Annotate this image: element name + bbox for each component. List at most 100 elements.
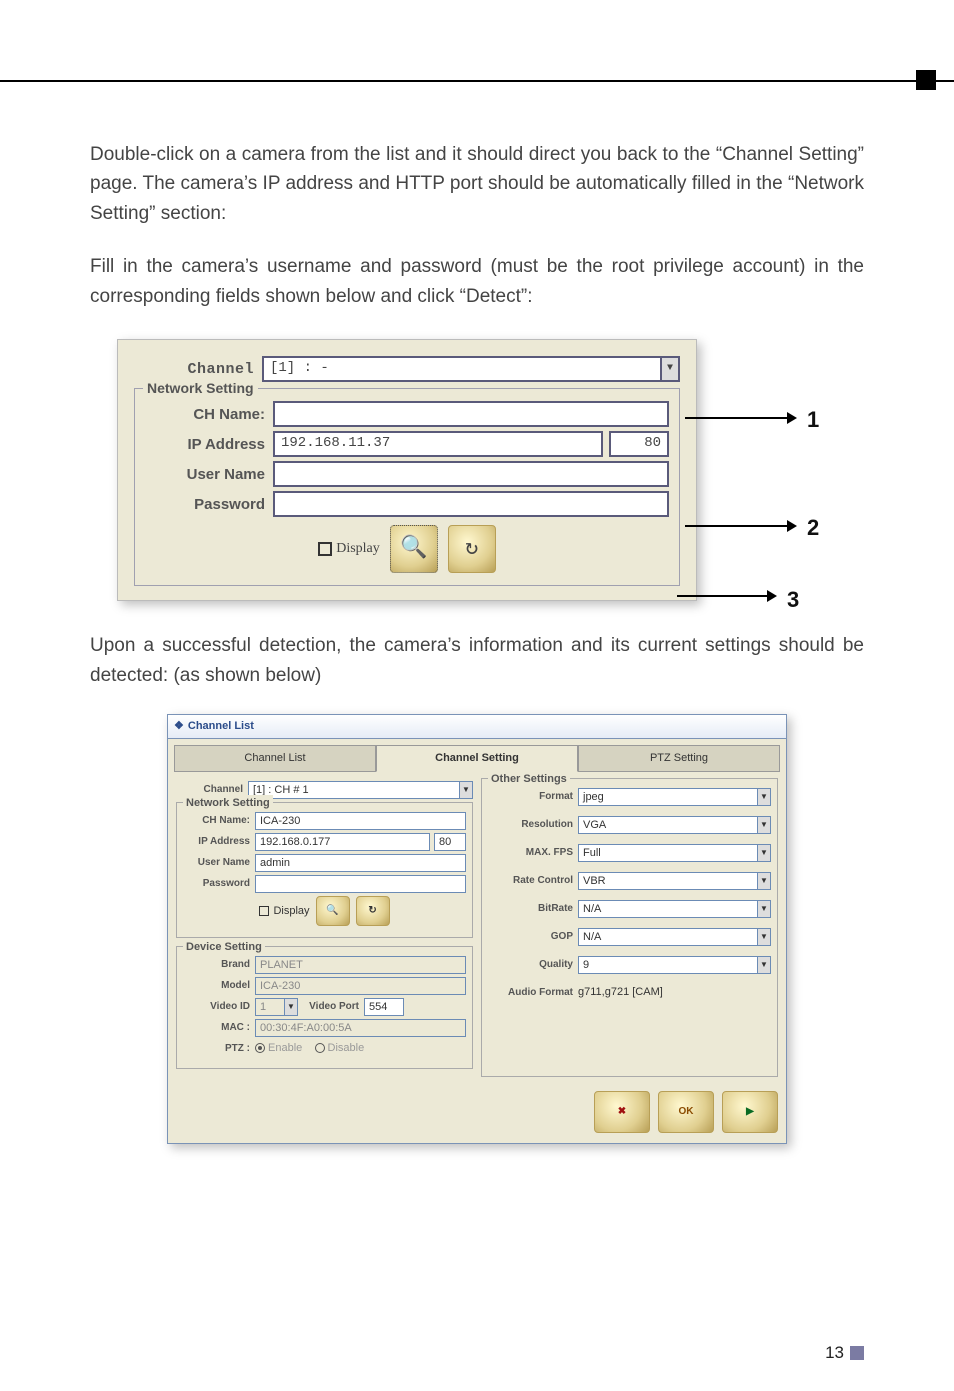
fps-select[interactable]: Full (578, 844, 758, 862)
refresh-button-2[interactable]: ↻ (356, 896, 390, 926)
tab-channel-list[interactable]: Channel List (174, 745, 376, 772)
radio-icon (315, 1043, 325, 1053)
videoport-label: Video Port (298, 999, 364, 1015)
network-setting-legend-2: Network Setting (183, 795, 273, 812)
cancel-button[interactable]: ✖ (594, 1091, 650, 1133)
chevron-down-icon[interactable]: ▼ (660, 356, 680, 382)
model-label: Model (183, 978, 255, 994)
user-row: User Name (145, 461, 669, 487)
format-select[interactable]: jpeg (578, 788, 758, 806)
pass-input-2[interactable] (255, 875, 466, 893)
chevron-down-icon[interactable]: ▼ (757, 788, 771, 806)
window-titlebar: ❖ Channel List (168, 715, 786, 739)
left-column: Channel [1] : CH # 1 ▼ Network Setting C… (176, 778, 473, 1077)
chname-label-2: CH Name: (183, 813, 255, 829)
ratecontrol-select[interactable]: VBR (578, 872, 758, 890)
other-settings-legend: Other Settings (488, 771, 570, 788)
display-row: Display 🔍 ↻ (145, 525, 669, 573)
callout-arrow-3 (677, 595, 775, 597)
detect-button-2[interactable]: 🔍 (316, 896, 350, 926)
ok-button[interactable]: OK (658, 1091, 714, 1133)
chevron-down-icon: ▼ (284, 998, 298, 1016)
channel-dropdown[interactable]: [1] : - (262, 356, 662, 382)
port-input[interactable]: 80 (609, 431, 669, 457)
header-end-marker (916, 70, 936, 90)
pass-label-2: Password (183, 876, 255, 892)
port-input-2[interactable]: 80 (434, 833, 466, 851)
play-icon: ▶ (746, 1104, 754, 1120)
ch-name-label: CH Name: (145, 403, 273, 426)
callout-arrow-2 (685, 525, 795, 527)
quality-label: Quality (488, 957, 578, 973)
resolution-select[interactable]: VGA (578, 816, 758, 834)
user-label: User Name (145, 463, 273, 486)
chevron-down-icon[interactable]: ▼ (757, 956, 771, 974)
checkbox-icon (318, 542, 332, 556)
audioformat-value: g711,g721 [CAM] (578, 984, 771, 1001)
page-content: Double-click on a camera from the list a… (0, 100, 954, 1144)
chevron-down-icon[interactable]: ▼ (757, 816, 771, 834)
tab-channel-setting[interactable]: Channel Setting (376, 745, 578, 772)
quality-select[interactable]: 9 (578, 956, 758, 974)
videoid-label: Video ID (183, 999, 255, 1015)
user-input-2[interactable]: admin (255, 854, 466, 872)
display-checkbox-2[interactable]: Display (259, 903, 309, 920)
fps-label: MAX. FPS (488, 845, 578, 861)
ip-input[interactable]: 192.168.11.37 (273, 431, 603, 457)
audioformat-label: Audio Format (488, 985, 578, 1001)
window-title: Channel List (188, 718, 254, 735)
gop-label: GOP (488, 929, 578, 945)
page-number: 13 (825, 1343, 844, 1363)
channel-dropdown-2[interactable]: [1] : CH # 1 (248, 781, 460, 799)
network-setting-legend: Network Setting (143, 378, 258, 400)
refresh-button[interactable]: ↻ (448, 525, 496, 573)
display-checkbox[interactable]: Display (318, 538, 380, 560)
chevron-down-icon[interactable]: ▼ (757, 900, 771, 918)
format-label: Format (488, 789, 578, 805)
ip-input-2[interactable]: 192.168.0.177 (255, 833, 430, 851)
display-label: Display (336, 538, 380, 560)
pass-input[interactable] (273, 491, 669, 517)
chevron-down-icon[interactable]: ▼ (757, 844, 771, 862)
tab-ptz-setting[interactable]: PTZ Setting (578, 745, 780, 772)
magnify-icon: 🔍 (326, 903, 338, 919)
ip-label-2: IP Address (183, 834, 255, 850)
user-input[interactable] (273, 461, 669, 487)
callout-num-1: 1 (807, 403, 819, 437)
network-setting-fieldset-2: Network Setting CH Name:ICA-230 IP Addre… (176, 802, 473, 938)
apply-button[interactable]: ▶ (722, 1091, 778, 1133)
checkbox-icon (259, 906, 269, 916)
chname-input-2[interactable]: ICA-230 (255, 812, 466, 830)
brand-label: Brand (183, 957, 255, 973)
videoid-value: 1 (255, 998, 285, 1016)
callout-num-2: 2 (807, 511, 819, 545)
screenshot-1: Channel [1] : - ▼ Network Setting CH Nam… (117, 339, 697, 601)
network-setting-fieldset: Network Setting CH Name: IP Address 192.… (134, 388, 680, 586)
bitrate-label: BitRate (488, 901, 578, 917)
user-label-2: User Name (183, 855, 255, 871)
chevron-down-icon[interactable]: ▼ (757, 928, 771, 946)
other-settings-fieldset: Other Settings Formatjpeg▼ ResolutionVGA… (481, 778, 778, 1077)
close-icon: ✖ (618, 1104, 626, 1120)
paragraph-2: Fill in the camera’s username and passwo… (90, 252, 864, 311)
bitrate-select[interactable]: N/A (578, 900, 758, 918)
callout-arrow-1 (685, 417, 795, 419)
model-value: ICA-230 (255, 977, 466, 995)
display-label-2: Display (273, 903, 309, 920)
header-rule-area (0, 0, 954, 100)
chevron-down-icon[interactable]: ▼ (757, 872, 771, 890)
chevron-down-icon[interactable]: ▼ (459, 781, 473, 799)
ptz-disable-radio: Disable (315, 1042, 365, 1054)
dialog-actions: ✖ OK ▶ (168, 1087, 786, 1143)
brand-value: PLANET (255, 956, 466, 974)
videoport-input[interactable]: 554 (364, 998, 404, 1016)
paragraph-1: Double-click on a camera from the list a… (90, 140, 864, 228)
footer-marker-icon (850, 1346, 864, 1360)
dialog-body: Channel [1] : CH # 1 ▼ Network Setting C… (168, 772, 786, 1087)
gop-select[interactable]: N/A (578, 928, 758, 946)
screenshot-1-wrapper: Channel [1] : - ▼ Network Setting CH Nam… (117, 339, 837, 601)
ch-name-input[interactable] (273, 401, 669, 427)
pass-row: Password (145, 491, 669, 517)
radio-icon (255, 1043, 265, 1053)
detect-button[interactable]: 🔍 (390, 525, 438, 573)
